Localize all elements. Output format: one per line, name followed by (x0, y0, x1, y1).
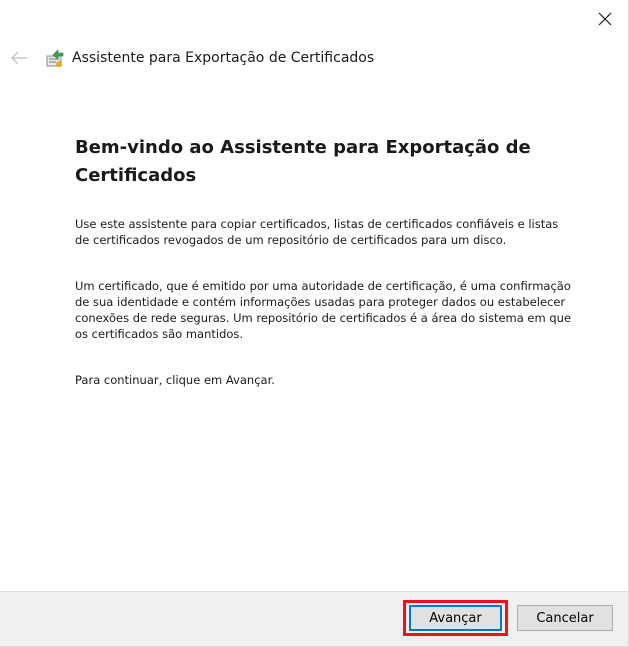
page-heading: Bem-vindo ao Assistente para Exportação … (75, 137, 531, 186)
wizard-header: Assistente para Exportação de Certificad… (8, 44, 374, 72)
wizard-footer: Avançar Cancelar (0, 591, 628, 646)
back-button[interactable] (8, 47, 30, 69)
wizard-title: Assistente para Exportação de Certificad… (72, 50, 375, 66)
wizard-window: Assistente para Exportação de Certificad… (0, 0, 629, 647)
cancel-button[interactable]: Cancelar (517, 605, 613, 631)
close-button[interactable] (592, 6, 618, 32)
close-icon (598, 12, 612, 26)
intro-paragraph: Use este assistente para copiar certific… (75, 217, 559, 247)
continue-instruction: Para continuar, clique em Avançar. (75, 373, 275, 387)
wizard-content: Bem-vindo ao Assistente para Exportação … (75, 134, 575, 418)
certificate-explanation-paragraph: Um certificado, que é emitido por uma au… (75, 279, 572, 341)
back-arrow-icon (11, 51, 27, 65)
certificate-export-icon (46, 49, 64, 67)
next-button[interactable]: Avançar (409, 605, 502, 631)
